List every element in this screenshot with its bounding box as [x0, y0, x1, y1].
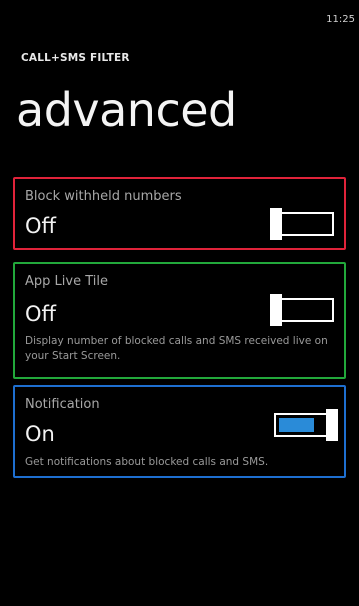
live-tile-toggle[interactable]	[270, 294, 334, 326]
setting-description: Display number of blocked calls and SMS …	[25, 335, 328, 362]
setting-state: On	[25, 422, 55, 446]
app-title: CALL+SMS FILTER	[21, 52, 130, 64]
setting-notification[interactable]: Notification On Get notifications about …	[13, 385, 346, 478]
setting-label: Notification	[25, 397, 100, 412]
setting-description: Get notifications about blocked calls an…	[25, 456, 269, 468]
setting-block-withheld-numbers[interactable]: Block withheld numbers Off	[13, 177, 346, 250]
toggle-thumb[interactable]	[270, 208, 282, 240]
notification-toggle[interactable]	[274, 409, 338, 441]
block-withheld-toggle[interactable]	[270, 208, 334, 240]
setting-label: App Live Tile	[25, 274, 108, 289]
page-title: advanced	[16, 83, 237, 137]
toggle-fill	[279, 418, 314, 432]
setting-app-live-tile[interactable]: App Live Tile Off Display number of bloc…	[13, 262, 346, 379]
setting-state: Off	[25, 302, 56, 326]
status-time: 11:25	[326, 14, 355, 25]
toggle-thumb[interactable]	[270, 294, 282, 326]
setting-state: Off	[25, 214, 56, 238]
setting-label: Block withheld numbers	[25, 189, 182, 204]
toggle-thumb[interactable]	[326, 409, 338, 441]
